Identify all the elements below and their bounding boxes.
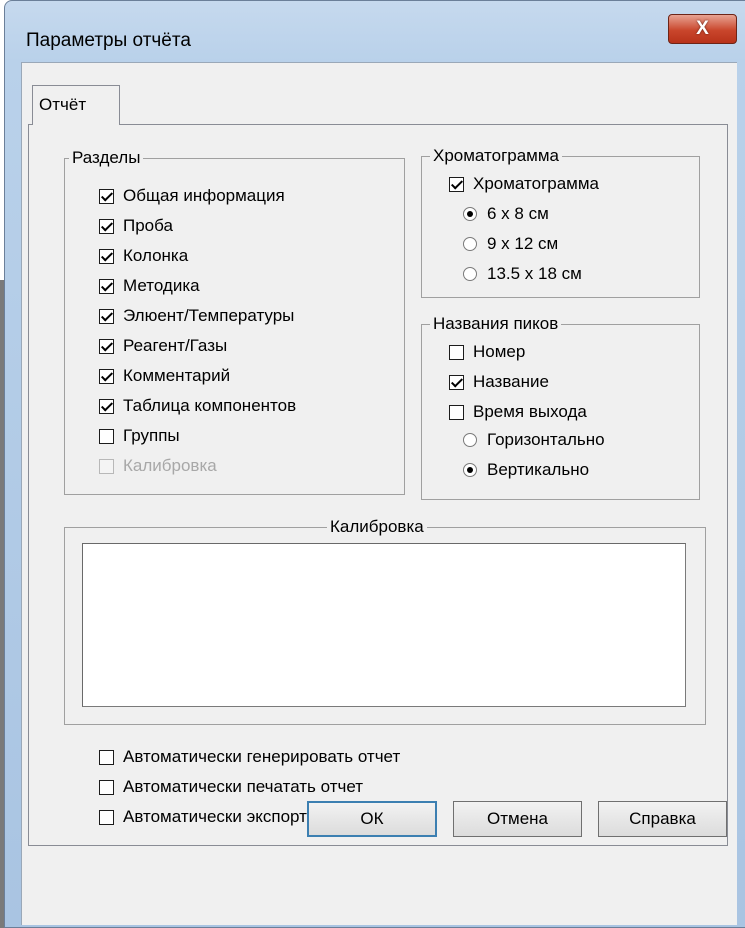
section-item-row[interactable]: Элюент/Температуры [99,306,294,326]
chromatogram-size-label: 6 x 8 см [487,204,549,223]
section-item-checkbox[interactable] [99,398,114,414]
sections-group-legend: Разделы [69,148,144,168]
chromatogram-size-row[interactable]: 9 x 12 см [463,234,558,254]
peak-orientation-row[interactable]: Горизонтально [463,430,605,450]
calibration-text-area[interactable] [82,543,686,707]
section-item-label: Реагент/Газы [123,336,228,355]
section-item-label: Комментарий [123,366,231,385]
section-item-row[interactable]: Общая информация [99,186,285,206]
section-item-checkbox[interactable] [99,428,114,444]
auto-option-label: Автоматически печатать отчет [123,777,364,796]
auto-option-checkbox[interactable] [99,809,114,825]
peak-names-group-legend: Названия пиков [430,314,562,334]
chromatogram-size-label: 13.5 x 18 см [487,264,582,283]
peak-orientation-row[interactable]: Вертикально [463,460,589,480]
peak-name-option-label: Название [473,372,549,391]
section-item-checkbox[interactable] [99,218,114,234]
section-item-checkbox[interactable] [99,338,114,354]
section-item-checkbox[interactable] [99,278,114,294]
section-item-row[interactable]: Колонка [99,246,188,266]
peak-name-option-checkbox[interactable] [449,404,464,420]
section-item-row[interactable]: Группы [99,426,180,446]
section-item-row[interactable]: Реагент/Газы [99,336,227,356]
chromatogram-size-radio[interactable] [463,267,477,281]
cancel-button[interactable]: Отмена [453,801,582,837]
chromatogram-size-row[interactable]: 6 x 8 см [463,204,549,224]
peak-name-option-row[interactable]: Название [449,372,549,392]
peak-name-option-label: Время выхода [473,402,587,421]
section-item-label: Таблица компонентов [123,396,297,415]
section-item-checkbox[interactable] [99,248,114,264]
peak-name-option-checkbox[interactable] [449,344,464,360]
peak-name-option-row[interactable]: Номер [449,342,525,362]
section-item-label: Калибровка [123,456,217,475]
auto-option-row[interactable]: Автоматически печатать отчет [99,777,363,797]
section-item-row[interactable]: Таблица компонентов [99,396,296,416]
auto-option-label: Автоматически генерировать отчет [123,747,401,766]
chromatogram-size-radio[interactable] [463,237,477,251]
section-item-checkbox[interactable] [99,308,114,324]
chromatogram-size-radio[interactable] [463,207,477,221]
window-title: Параметры отчёта [26,30,191,51]
chromatogram-group-legend: Хроматограмма [430,146,563,166]
calibration-group-legend: Калибровка [327,517,427,537]
section-item-label: Колонка [123,246,189,265]
section-item-row[interactable]: Комментарий [99,366,230,386]
chromatogram-checkbox[interactable] [449,176,464,192]
close-icon: X [696,18,709,39]
close-button[interactable]: X [668,14,737,44]
section-item-checkbox[interactable] [99,188,114,204]
section-item-label: Проба [123,216,173,235]
section-item-row: Калибровка [99,456,217,476]
help-button[interactable]: Справка [598,801,727,837]
chromatogram-checkbox-label: Хроматограмма [473,174,600,193]
auto-option-checkbox[interactable] [99,749,114,765]
chromatogram-checkbox-row[interactable]: Хроматограмма [449,174,599,194]
peak-orientation-radio[interactable] [463,433,477,447]
section-item-label: Общая информация [123,186,285,205]
peak-orientation-radio[interactable] [463,463,477,477]
ok-button[interactable]: ОК [307,801,437,837]
section-item-label: Элюент/Температуры [123,306,295,325]
tab-label: Отчёт [39,95,87,114]
section-item-row[interactable]: Методика [99,276,200,296]
section-item-label: Методика [123,276,200,295]
section-item-label: Группы [123,426,180,445]
chromatogram-size-row[interactable]: 13.5 x 18 см [463,264,582,284]
peak-orientation-label: Горизонтально [487,430,605,449]
auto-option-row[interactable]: Автоматически генерировать отчет [99,747,400,767]
section-item-row[interactable]: Проба [99,216,173,236]
peak-name-option-checkbox[interactable] [449,374,464,390]
tab-report[interactable]: Отчёт [32,85,120,125]
chromatogram-size-label: 9 x 12 см [487,234,559,253]
peak-orientation-label: Вертикально [487,460,590,479]
auto-option-checkbox[interactable] [99,779,114,795]
section-item-checkbox [99,458,114,474]
section-item-checkbox[interactable] [99,368,114,384]
peak-name-option-row[interactable]: Время выхода [449,402,587,422]
peak-name-option-label: Номер [473,342,526,361]
